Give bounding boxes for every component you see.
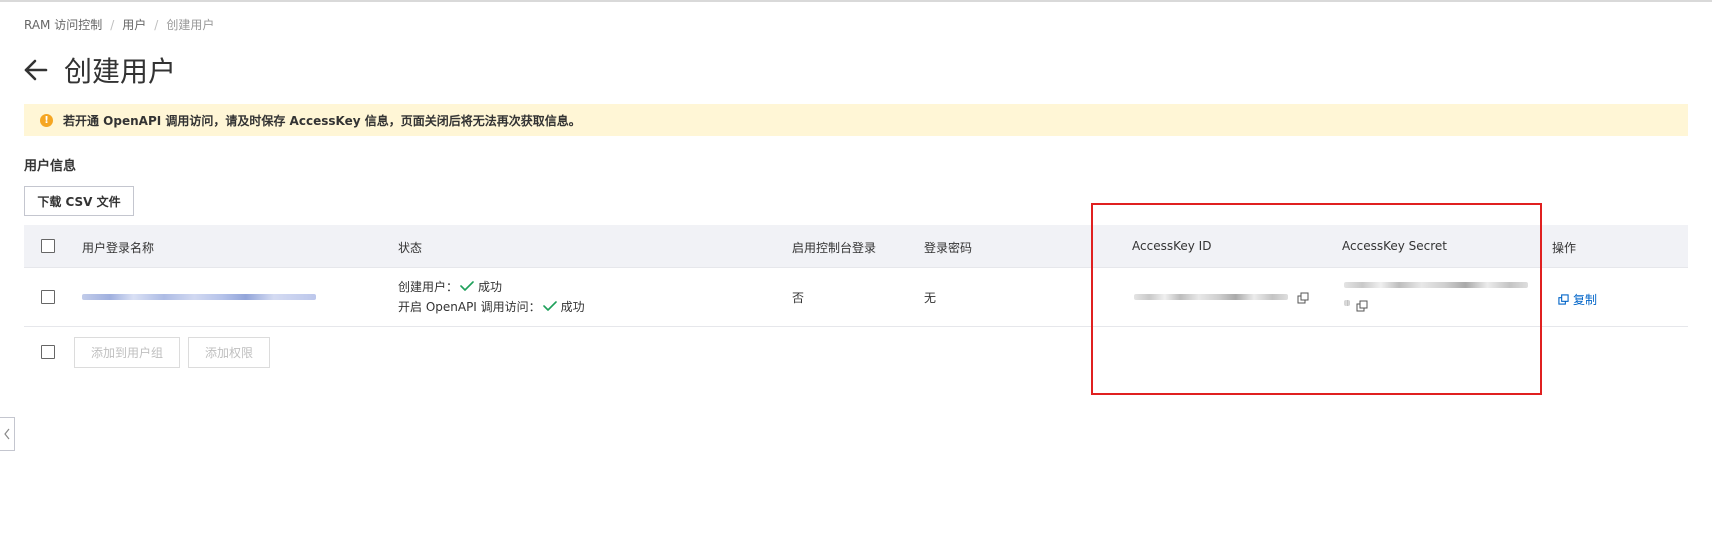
status-create-value: 成功 xyxy=(478,279,503,294)
status-api-value: 成功 xyxy=(560,299,585,314)
download-csv-button[interactable]: 下载 CSV 文件 xyxy=(24,186,134,216)
chevron-left-icon xyxy=(4,428,10,440)
breadcrumb-item-ram[interactable]: RAM 访问控制 xyxy=(24,16,102,33)
status-create: 创建用户： 成功 xyxy=(398,276,585,296)
top-border xyxy=(0,0,1712,2)
sidebar-toggle[interactable] xyxy=(0,417,15,451)
add-to-group-button[interactable]: 添加到用户组 xyxy=(74,337,180,368)
row-checkbox[interactable] xyxy=(41,290,55,304)
breadcrumb: RAM 访问控制 / 用户 / 创建用户 xyxy=(24,16,214,33)
section-title: 用户信息 xyxy=(24,159,77,174)
breadcrumb-separator: / xyxy=(110,17,115,32)
status-create-label: 创建用户： xyxy=(398,279,459,294)
highlight-box xyxy=(1091,203,1542,395)
password-value: 无 xyxy=(924,291,937,305)
console-login-value: 否 xyxy=(792,291,805,305)
copy-icon xyxy=(1558,294,1569,305)
breadcrumb-item-current: 创建用户 xyxy=(166,18,215,32)
warning-alert: ! 若开通 OpenAPI 调用访问，请及时保存 AccessKey 信息，页面… xyxy=(24,104,1688,136)
select-all-checkbox[interactable] xyxy=(41,239,55,253)
alert-text: 若开通 OpenAPI 调用访问，请及时保存 AccessKey 信息，页面关闭… xyxy=(63,113,581,128)
header-console-login: 启用控制台登录 xyxy=(792,241,877,255)
status-api-label: 开启 OpenAPI 调用访问： xyxy=(398,299,541,314)
check-icon xyxy=(460,281,474,291)
warning-icon: ! xyxy=(40,113,53,127)
copy-action-link[interactable]: 复制 xyxy=(1558,291,1597,308)
footer-select-all-checkbox[interactable] xyxy=(41,345,55,359)
copy-action-label: 复制 xyxy=(1573,293,1598,307)
header-password: 登录密码 xyxy=(924,241,973,255)
title-row: 创建用户 xyxy=(22,50,176,90)
header-status: 状态 xyxy=(398,241,423,255)
header-login-name: 用户登录名称 xyxy=(82,241,155,255)
redacted-login-name xyxy=(82,294,316,300)
breadcrumb-item-users[interactable]: 用户 xyxy=(122,16,146,33)
arrow-left-icon[interactable] xyxy=(22,56,50,84)
header-actions: 操作 xyxy=(1552,241,1577,255)
status-cell: 创建用户： 成功 开启 OpenAPI 调用访问： 成功 xyxy=(398,276,585,316)
page-title: 创建用户 xyxy=(64,55,177,88)
status-api: 开启 OpenAPI 调用访问： 成功 xyxy=(398,296,585,316)
check-icon xyxy=(542,301,557,311)
add-permission-button[interactable]: 添加权限 xyxy=(188,337,270,368)
breadcrumb-separator: / xyxy=(154,17,159,32)
